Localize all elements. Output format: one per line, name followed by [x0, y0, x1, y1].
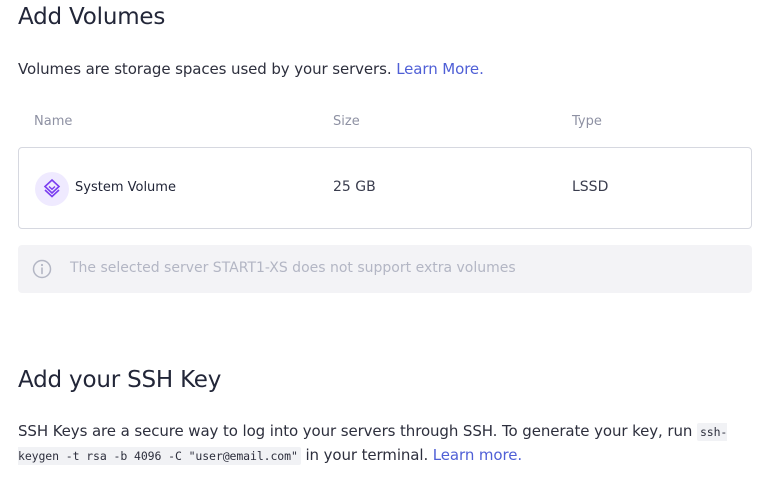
column-header-type: Type [572, 114, 602, 129]
volume-name: System Volume [75, 180, 176, 195]
column-header-name: Name [34, 114, 73, 129]
ssh-description-before: SSH Keys are a secure way to log into yo… [18, 422, 697, 440]
ssh-learn-more-link[interactable]: Learn more. [433, 446, 522, 464]
ssh-description: SSH Keys are a secure way to log into yo… [18, 420, 758, 468]
ssh-description-after: in your terminal. [300, 446, 429, 464]
page: Add Volumes Volumes are storage spaces u… [0, 0, 759, 486]
volumes-notice: The selected server START1-XS does not s… [18, 245, 752, 293]
volume-type: LSSD [572, 179, 609, 195]
volume-size: 25 GB [333, 179, 376, 195]
notice-text: The selected server START1-XS does not s… [70, 260, 516, 276]
volumes-section-title: Add Volumes [18, 4, 166, 30]
volumes-table-header: Name Size Type [18, 114, 752, 134]
volumes-description-text: Volumes are storage spaces used by your … [18, 60, 392, 78]
column-header-size: Size [333, 114, 360, 129]
volume-stack-icon [35, 172, 69, 206]
volumes-learn-more-link[interactable]: Learn More. [396, 60, 484, 78]
volume-row-system: System Volume 25 GB LSSD [18, 147, 752, 229]
info-icon [32, 259, 52, 279]
ssh-section-title: Add your SSH Key [18, 367, 222, 393]
volumes-description: Volumes are storage spaces used by your … [18, 60, 484, 78]
